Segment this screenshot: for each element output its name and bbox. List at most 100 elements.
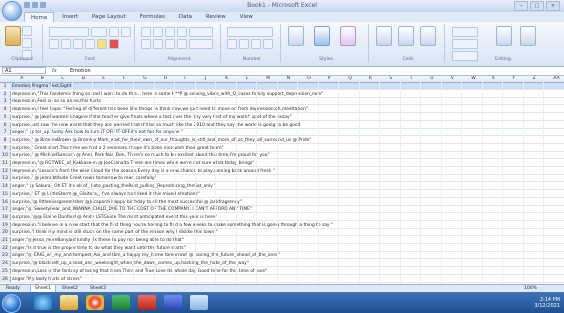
ribbon-tabs: Home Insert Page Layout Formulas Data Re…: [24, 12, 259, 23]
column-header[interactable]: P: [328, 76, 331, 82]
column-header[interactable]: N: [287, 76, 290, 82]
bold-icon[interactable]: [49, 39, 59, 49]
copy-icon[interactable]: [22, 38, 32, 48]
formula-input[interactable]: Emotion: [70, 67, 91, 75]
wrap-text-button[interactable]: [189, 27, 213, 37]
tab-review[interactable]: Review: [200, 12, 232, 22]
column-header[interactable]: X: [492, 76, 495, 82]
word-icon[interactable]: [164, 295, 182, 310]
tab-data[interactable]: Data: [173, 12, 198, 22]
sort-filter-icon[interactable]: [496, 26, 512, 46]
grow-font-icon[interactable]: [109, 27, 119, 37]
spreadsheet-grid[interactable]: A B C D E F G H I J K L M N O P Q R S T U V W X Y Z AA 1 Emotion,Pr…: [0, 76, 564, 284]
tab-page-layout[interactable]: Page Layout: [86, 12, 132, 22]
cut-icon[interactable]: [22, 26, 32, 36]
column-header[interactable]: E: [102, 76, 105, 82]
align-right-icon[interactable]: [165, 39, 175, 49]
underline-icon[interactable]: [73, 39, 83, 49]
font-name-select[interactable]: [49, 27, 89, 37]
sheet-tab-2[interactable]: Sheet2: [58, 285, 82, 292]
currency-icon[interactable]: [227, 39, 237, 49]
column-gridline: [522, 82, 524, 284]
delete-cells-icon[interactable]: [398, 26, 414, 46]
maximize-button[interactable]: □: [530, 1, 544, 11]
borders-icon[interactable]: [85, 39, 95, 49]
column-header[interactable]: S: [389, 76, 392, 82]
column-header[interactable]: Y: [512, 76, 515, 82]
align-left-icon[interactable]: [141, 39, 151, 49]
column-header[interactable]: T: [410, 76, 413, 82]
font-size-select[interactable]: [91, 27, 107, 37]
column-header[interactable]: G: [143, 76, 147, 82]
column-header[interactable]: F: [123, 76, 126, 82]
column-header[interactable]: AA: [553, 76, 559, 82]
column-header[interactable]: B: [41, 76, 44, 82]
column-header[interactable]: C: [61, 76, 64, 82]
increase-decimal-icon[interactable]: [263, 39, 273, 49]
chrome-icon[interactable]: [86, 295, 104, 310]
percent-icon[interactable]: [239, 39, 249, 49]
conditional-formatting-icon[interactable]: [288, 26, 304, 46]
start-button[interactable]: [2, 294, 21, 313]
ie-icon[interactable]: [34, 295, 52, 310]
media-icon[interactable]: [138, 295, 156, 310]
excel-icon[interactable]: [112, 295, 130, 310]
number-format-select[interactable]: [227, 27, 273, 37]
font-color-icon[interactable]: [109, 39, 119, 49]
shrink-font-icon[interactable]: [121, 27, 131, 37]
column-header[interactable]: Q: [348, 76, 352, 82]
folder-icon[interactable]: [60, 295, 78, 310]
orientation-icon[interactable]: [177, 27, 187, 37]
column-header[interactable]: K: [225, 76, 228, 82]
column-header[interactable]: I: [184, 76, 185, 82]
minimize-button[interactable]: –: [514, 1, 528, 11]
tab-view[interactable]: View: [234, 12, 259, 22]
cell-styles-icon[interactable]: [340, 26, 356, 46]
column-header[interactable]: J: [205, 76, 206, 82]
fx-icon[interactable]: fx: [52, 67, 57, 75]
column-gridline: [256, 82, 257, 284]
close-button[interactable]: ×: [546, 1, 560, 11]
insert-cells-icon[interactable]: [376, 26, 392, 46]
align-center-icon[interactable]: [153, 39, 163, 49]
fill-color-icon[interactable]: [97, 39, 107, 49]
column-header[interactable]: R: [369, 76, 372, 82]
paste-icon[interactable]: [5, 26, 21, 46]
fill-button[interactable]: [452, 39, 478, 49]
find-select-icon[interactable]: [520, 26, 536, 46]
merge-center-button[interactable]: [189, 39, 213, 49]
column-header[interactable]: W: [471, 76, 475, 82]
align-bottom-icon[interactable]: [165, 27, 175, 37]
tab-insert[interactable]: Insert: [56, 12, 84, 22]
group-clipboard: Clipboard: [2, 24, 43, 62]
align-top-icon[interactable]: [141, 27, 151, 37]
column-header[interactable]: M: [266, 76, 270, 82]
column-header[interactable]: V: [451, 76, 454, 82]
group-label-alignment: Alignment: [167, 57, 191, 62]
column-header[interactable]: A: [20, 76, 23, 82]
format-as-table-icon[interactable]: [314, 26, 330, 46]
column-header[interactable]: L: [246, 76, 249, 82]
group-label-number: Number: [242, 57, 262, 62]
align-middle-icon[interactable]: [153, 27, 163, 37]
system-clock[interactable]: 2:14 PM 3/12/2021: [534, 297, 560, 309]
column-header[interactable]: U: [430, 76, 433, 82]
comma-icon[interactable]: [251, 39, 261, 49]
column-header[interactable]: Z: [533, 76, 536, 82]
notepad-icon[interactable]: [190, 295, 208, 310]
column-gridline: [133, 82, 134, 284]
column-gridline: [420, 82, 421, 284]
tab-formulas[interactable]: Formulas: [134, 12, 171, 22]
autosum-button[interactable]: [452, 27, 478, 37]
column-header[interactable]: O: [307, 76, 311, 82]
column-header[interactable]: D: [82, 76, 85, 82]
sheet-tab-3[interactable]: Sheet3: [86, 285, 110, 292]
format-cells-icon[interactable]: [420, 26, 436, 46]
column-gridline: [399, 82, 401, 284]
indent-icon[interactable]: [177, 39, 187, 49]
italic-icon[interactable]: [61, 39, 71, 49]
zoom-level[interactable]: 100%: [520, 285, 541, 292]
office-button[interactable]: [2, 1, 22, 21]
column-header[interactable]: H: [164, 76, 167, 82]
name-box[interactable]: A1: [2, 67, 46, 74]
